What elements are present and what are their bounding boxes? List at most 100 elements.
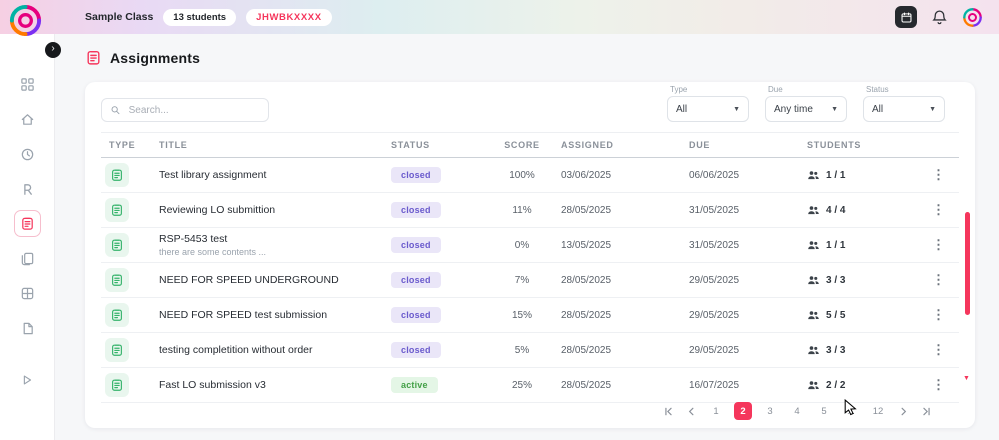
assignment-title: RSP-5453 test xyxy=(159,233,228,245)
table-row[interactable]: RSP-5453 test there are some contents ...… xyxy=(101,228,959,263)
calendar-icon xyxy=(901,12,911,22)
students-count: 1 / 1 xyxy=(826,239,846,251)
sidebar-item-dashboard[interactable] xyxy=(19,76,35,92)
table-row[interactable]: Fast LO submission v3 active 25% 28/05/2025… xyxy=(101,368,959,403)
app-logo-icon xyxy=(9,4,42,37)
students-count: 3 / 3 xyxy=(826,274,846,286)
row-menu-button[interactable]: ⋮ xyxy=(925,305,952,324)
row-menu-button[interactable]: ⋮ xyxy=(925,375,952,394)
last-page-button[interactable] xyxy=(919,404,933,418)
search-input[interactable] xyxy=(126,103,260,117)
assignment-type-badge xyxy=(105,338,129,362)
sidebar-item-apps[interactable] xyxy=(19,285,35,301)
search-box[interactable] xyxy=(101,98,269,122)
score-value: 11% xyxy=(512,204,532,216)
sidebar-item-history[interactable] xyxy=(19,146,35,162)
next-page-button[interactable] xyxy=(896,404,910,418)
main-content: Assignments Type All ▼ Due Any time ▼ xyxy=(55,34,999,440)
bell-icon[interactable] xyxy=(931,9,948,26)
assignment-type-icon xyxy=(112,239,122,251)
search-icon xyxy=(111,106,120,115)
due-date: 16/07/2025 xyxy=(689,379,740,391)
apps-icon xyxy=(21,287,33,299)
row-menu-button[interactable]: ⋮ xyxy=(925,165,952,184)
assigned-date: 28/05/2025 xyxy=(561,379,612,391)
status-badge: closed xyxy=(391,167,441,183)
score-value: 0% xyxy=(514,239,530,251)
page-button[interactable]: 1 xyxy=(707,402,725,420)
due-filter-value: Any time xyxy=(774,103,813,115)
page-button[interactable]: 4 xyxy=(788,402,806,420)
type-filter-value: All xyxy=(676,103,688,115)
sidebar-item-launch[interactable] xyxy=(19,372,35,388)
chevron-down-icon: ▼ xyxy=(733,105,740,113)
prev-page-button[interactable] xyxy=(684,404,698,418)
assignment-title: Fast LO submission v3 xyxy=(159,379,266,391)
grid-icon xyxy=(20,77,34,91)
avatar-logo[interactable] xyxy=(962,7,983,28)
sidebar-item-library[interactable] xyxy=(19,250,35,266)
students-icon xyxy=(808,345,819,354)
sidebar-item-home[interactable] xyxy=(19,111,35,127)
assignment-title: NEED FOR SPEED UNDERGROUND xyxy=(159,274,339,286)
sidebar-collapse-button[interactable]: › xyxy=(45,42,61,58)
status-filter-select[interactable]: Status All ▼ xyxy=(863,85,945,122)
due-date: 29/05/2025 xyxy=(689,309,740,321)
score-value: 15% xyxy=(511,309,532,321)
row-menu-button[interactable]: ⋮ xyxy=(925,235,952,254)
scrollbar-down-arrow-icon[interactable]: ▼ xyxy=(963,375,970,382)
page-title: Assignments xyxy=(110,49,201,66)
type-filter-select[interactable]: Type All ▼ xyxy=(667,85,749,122)
scrollbar-thumb[interactable] xyxy=(965,212,970,315)
table-row[interactable]: NEED FOR SPEED test submission closed 15% 2… xyxy=(101,298,959,333)
page-button[interactable]: 2 xyxy=(734,402,752,420)
first-page-button[interactable] xyxy=(661,404,675,418)
students-count: 4 / 4 xyxy=(826,204,846,216)
assignment-type-icon xyxy=(112,169,122,181)
due-date: 29/05/2025 xyxy=(689,344,740,356)
due-filter-select[interactable]: Due Any time ▼ xyxy=(765,85,847,122)
status-badge: active xyxy=(391,377,438,393)
table-row[interactable]: NEED FOR SPEED UNDERGROUND closed 7% 28/05/… xyxy=(101,263,959,298)
page-button[interactable]: 12 xyxy=(869,402,887,420)
header-score: SCORE xyxy=(504,140,540,150)
library-icon xyxy=(21,252,33,265)
assignment-type-icon xyxy=(112,344,122,356)
home-icon xyxy=(21,113,33,125)
score-value: 5% xyxy=(514,344,530,356)
calendar-button[interactable] xyxy=(895,6,917,28)
due-date: 31/05/2025 xyxy=(689,204,740,216)
row-menu-button[interactable]: ⋮ xyxy=(925,200,952,219)
assignment-title: Test library assignment xyxy=(159,169,267,181)
page-button[interactable]: 3 xyxy=(761,402,779,420)
assignment-type-badge xyxy=(105,233,129,257)
sidebar-item-assignments[interactable] xyxy=(13,210,41,237)
status-badge: closed xyxy=(391,202,441,218)
table-row[interactable]: Reviewing LO submittion closed 11% 28/05/20… xyxy=(101,193,959,228)
type-filter-label: Type xyxy=(670,85,688,94)
score-value: 7% xyxy=(514,274,530,286)
table-row[interactable]: testing completition without order closed… xyxy=(101,333,959,368)
row-menu-button[interactable]: ⋮ xyxy=(925,270,952,289)
assigned-date: 03/06/2025 xyxy=(561,169,612,181)
header-students: STUDENTS xyxy=(807,140,862,150)
assigned-date: 28/05/2025 xyxy=(561,274,612,286)
students-icon xyxy=(808,275,819,284)
class-name: Sample Class xyxy=(85,11,154,23)
table-header: TYPE TITLE STATUS SCORE ASSIGNED DUE STU… xyxy=(101,132,959,158)
class-code-badge: JHWBKXXXX xyxy=(246,8,332,26)
sidebar-item-reports[interactable] xyxy=(19,181,35,197)
assignment-type-badge xyxy=(105,163,129,187)
status-badge: closed xyxy=(391,272,441,288)
table-body: Test library assignment closed 100% 03/06/2… xyxy=(101,158,959,403)
students-count: 1 / 1 xyxy=(826,169,846,181)
assignment-type-badge xyxy=(105,373,129,397)
table-row[interactable]: Test library assignment closed 100% 03/06/2… xyxy=(101,158,959,193)
students-icon xyxy=(808,240,819,249)
due-filter-label: Due xyxy=(768,85,783,94)
assignment-title: Reviewing LO submittion xyxy=(159,204,276,216)
page-button[interactable]: 5 xyxy=(815,402,833,420)
sidebar-item-documents[interactable] xyxy=(19,320,35,336)
row-menu-button[interactable]: ⋮ xyxy=(925,340,952,359)
table-scrollbar[interactable]: ▼ xyxy=(963,212,970,382)
